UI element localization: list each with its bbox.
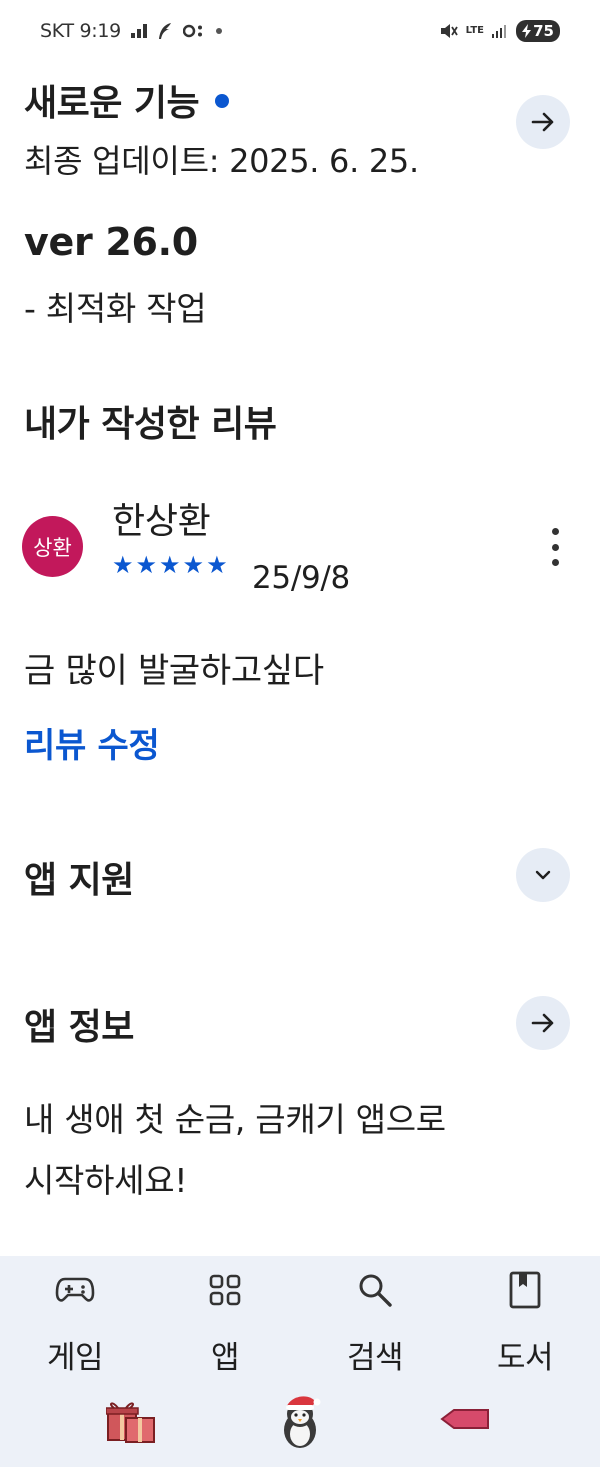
book-icon [509,1270,541,1310]
battery-level: 75 [533,22,554,40]
star-icon: ★ [135,551,158,579]
reviewer-name: 한상환 [112,501,211,542]
star-rating: ★ ★ ★ ★ ★ [112,553,228,577]
app-info-line-2: 시작하세요! [24,1161,188,1200]
signal-bars-icon [130,24,147,38]
nav-item-books[interactable]: 도서 [465,1270,585,1377]
status-bar: SKT 9:19 LTE 75 [0,0,600,64]
whats-new-title-text: 새로운 기능 [24,83,200,124]
arrow-right-icon [531,1013,554,1033]
nav-label-search: 검색 [346,1340,404,1376]
star-icon: ★ [182,551,205,579]
arrow-right-icon [531,112,554,132]
app-support-title: 앱 지원 [24,860,134,901]
feather-icon [157,22,173,40]
nav-item-search[interactable]: 검색 [315,1270,435,1377]
nav-label-apps: 앱 [210,1340,240,1376]
app-info-line-1: 내 생애 첫 순금, 금캐기 앱으로 [24,1100,446,1139]
bottom-navigation: 게임 앱 검색 도서 [0,1256,600,1467]
bolt-icon [522,24,532,38]
gift-icon[interactable] [105,1398,158,1448]
star-icon: ★ [206,551,228,579]
chevron-down-icon [535,870,551,880]
back-arrow-icon[interactable] [440,1408,490,1434]
edit-review-link[interactable]: 리뷰 수정 [24,718,160,767]
nav-item-games[interactable]: 게임 [15,1270,135,1377]
review-date: 25/9/8 [252,560,350,596]
last-updated: 최종 업데이트: 2025. 6. 25. [24,142,419,180]
more-options-icon[interactable] [540,528,570,566]
carrier-time: SKT 9:19 [40,20,121,42]
network-type: LTE [465,25,484,36]
my-review-title: 내가 작성한 리뷰 [24,404,277,445]
star-icon: ★ [159,551,181,579]
status-left: SKT 9:19 [40,20,223,42]
nav-label-games: 게임 [46,1340,104,1376]
star-icon: ★ [112,551,134,579]
penguin-santa-icon[interactable] [278,1392,322,1454]
gamepad-icon [55,1270,95,1310]
apps-grid-icon [209,1270,241,1310]
battery-indicator: 75 [516,20,560,42]
app-info-title: 앱 정보 [24,1007,134,1048]
cell-signal-icon [492,24,508,38]
mute-icon [440,23,458,39]
whats-new-title: 새로운 기능 [24,74,230,126]
whats-new-arrow-button[interactable] [516,95,570,149]
app-support-expand-button[interactable] [516,848,570,902]
app-info-arrow-button[interactable] [516,996,570,1050]
status-right: LTE 75 [440,20,560,42]
new-indicator-dot [215,94,230,108]
release-notes: - 최적화 작업 [24,289,207,328]
nav-item-apps[interactable]: 앱 [165,1270,285,1377]
notification-icon [182,24,205,38]
nav-label-books: 도서 [496,1340,554,1376]
version-text: ver 26.0 [24,220,198,264]
avatar: 상환 [22,516,83,577]
search-icon [357,1270,393,1310]
more-dot-icon [215,27,223,35]
review-body: 금 많이 발굴하고싶다 [24,651,324,691]
